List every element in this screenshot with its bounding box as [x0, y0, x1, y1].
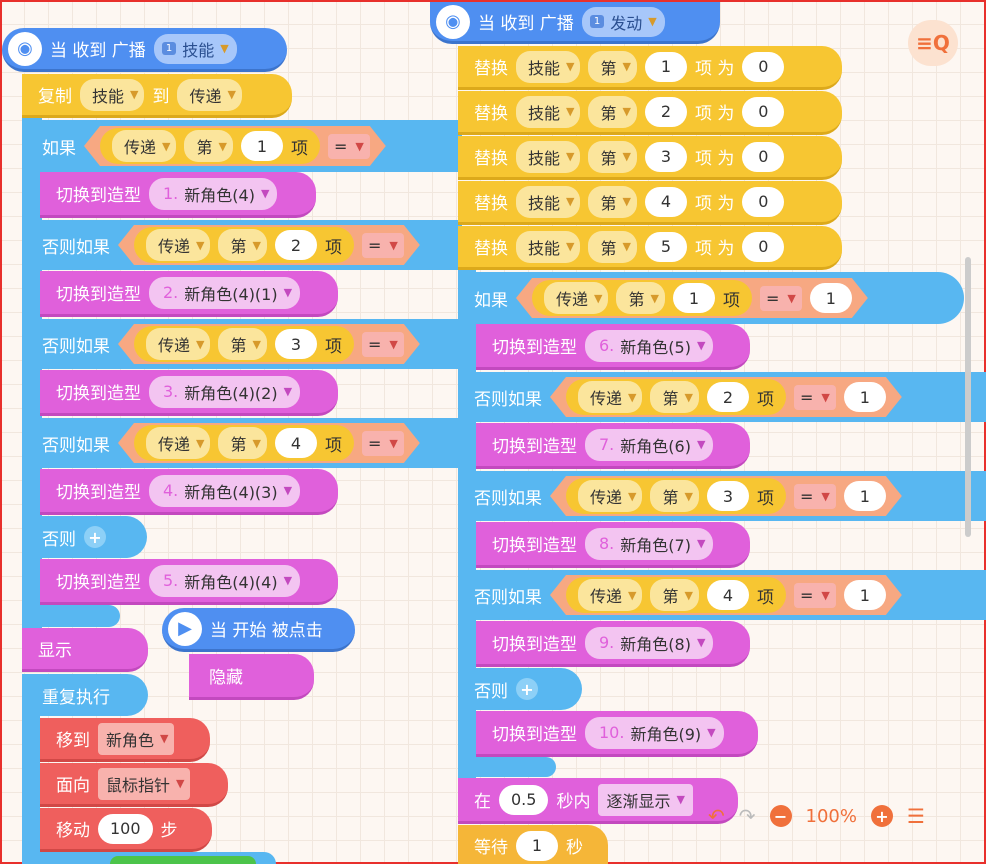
add-branch-icon[interactable]: +: [84, 526, 106, 548]
zoom-out-icon[interactable]: −: [769, 805, 792, 827]
replace-block[interactable]: 替换 技能 ▼ 第 ▼ 2 项 为 0: [458, 91, 842, 135]
repeat-block[interactable]: 重复执行: [22, 674, 148, 716]
green-flag-event[interactable]: ▶ 当 开始 被点击: [162, 608, 355, 652]
chevron-down-icon: ▼: [220, 42, 229, 55]
if-end-cap: [22, 605, 120, 627]
wait-block[interactable]: 等待 1 秒: [458, 825, 608, 864]
play-icon: ▶: [168, 611, 202, 646]
switch-costume-block[interactable]: 切换到造型 3. 新角色(4)(2) ▼: [40, 370, 338, 416]
message-dropdown[interactable]: 1 技能 ▼: [153, 33, 237, 64]
switch-costume-block[interactable]: 切换到造型 6. 新角色(5) ▼: [476, 324, 750, 370]
undo-icon[interactable]: ↶: [708, 804, 725, 828]
zoom-level: 100%: [805, 805, 857, 827]
switch-costume-block[interactable]: 切换到造型 2. 新角色(4)(1) ▼: [40, 271, 338, 317]
switch-costume-block[interactable]: 切换到造型 10. 新角色(9) ▼: [476, 711, 758, 757]
align-icon[interactable]: ☰: [907, 804, 925, 828]
broadcast-icon: ◉: [436, 4, 470, 39]
copy-block[interactable]: 复制 技能 ▼ 到 传递 ▼: [22, 74, 292, 118]
zoom-in-icon[interactable]: +: [871, 805, 893, 827]
left-broadcast-event[interactable]: ◉ 当 收到 广播 1 技能 ▼: [2, 28, 287, 72]
replace-block[interactable]: 替换 技能 ▼ 第 ▼ 4 项 为 0: [458, 181, 842, 225]
right-broadcast-event[interactable]: ◉ 当 收到 广播 1 发动 ▼: [430, 2, 720, 44]
elseif-block[interactable]: 否则如果 传递 ▼ 第 ▼ 3 项 = ▼ 1: [458, 471, 986, 521]
broadcast-icon: ◉: [8, 31, 42, 66]
hide-block[interactable]: 隐藏: [189, 654, 314, 700]
scrollbar[interactable]: [965, 257, 971, 537]
search-blocks-button[interactable]: ≡Q: [908, 20, 958, 66]
zoom-controls: ↶ ↷ − 100% + ☰: [708, 804, 925, 828]
elseif-block[interactable]: 否则如果 传递 ▼ 第 ▼ 4 项 = ▼ 1: [458, 570, 986, 620]
elseif-block[interactable]: 否则如果 传递 ▼ 第 ▼ 2 项 = ▼ 1: [458, 372, 986, 422]
add-branch-icon[interactable]: +: [516, 678, 538, 700]
replace-block[interactable]: 替换 技能 ▼ 第 ▼ 1 项 为 0: [458, 46, 842, 90]
replace-block[interactable]: 替换 技能 ▼ 第 ▼ 5 项 为 0: [458, 226, 842, 270]
switch-costume-block[interactable]: 切换到造型 5. 新角色(4)(4) ▼: [40, 559, 338, 605]
fade-block[interactable]: 在 0.5 秒内 逐渐显示 ▼: [458, 778, 738, 824]
face-block[interactable]: 面向 鼠标指针 ▼: [40, 763, 228, 807]
move-to-block[interactable]: 移到 新角色 ▼: [40, 718, 210, 762]
else-block[interactable]: 否则 +: [458, 668, 582, 710]
elseif-block[interactable]: 否则如果 传递 ▼ 第 ▼ 4 项 = ▼: [22, 418, 462, 468]
partial-green-block: [110, 856, 256, 864]
move-steps-block[interactable]: 移动 100 步: [40, 808, 212, 852]
condition[interactable]: 传递 ▼ 第 ▼ 1 项 = ▼: [84, 126, 386, 166]
switch-costume-block[interactable]: 切换到造型 8. 新角色(7) ▼: [476, 522, 750, 568]
elseif-block[interactable]: 否则如果 传递 ▼ 第 ▼ 2 项 = ▼: [22, 220, 462, 270]
redo-icon[interactable]: ↷: [739, 804, 756, 828]
elseif-block[interactable]: 否则如果 传递 ▼ 第 ▼ 3 项 = ▼: [22, 319, 462, 369]
switch-costume-block[interactable]: 切换到造型 9. 新角色(8) ▼: [476, 621, 750, 667]
else-block[interactable]: 否则 +: [22, 516, 147, 558]
copy-src-dropdown[interactable]: 技能 ▼: [80, 78, 145, 111]
show-block[interactable]: 显示: [22, 628, 148, 672]
copy-dst-dropdown[interactable]: 传递 ▼: [177, 78, 242, 111]
if-end-cap: [458, 757, 556, 777]
replace-block[interactable]: 替换 技能 ▼ 第 ▼ 3 项 为 0: [458, 136, 842, 180]
switch-costume-block[interactable]: 切换到造型 4. 新角色(4)(3) ▼: [40, 469, 338, 515]
if-block[interactable]: 如果 传递 ▼ 第 ▼ 1 项 = ▼ 1: [458, 272, 964, 324]
if-block[interactable]: 如果 传递 ▼ 第 ▼ 1 项 = ▼: [22, 120, 462, 172]
repeat-rail: [22, 714, 40, 864]
event-label: 当 收到 广播: [50, 41, 146, 61]
switch-costume-block[interactable]: 切换到造型 1. 新角色(4) ▼: [40, 172, 316, 218]
switch-costume-block[interactable]: 切换到造型 7. 新角色(6) ▼: [476, 423, 750, 469]
